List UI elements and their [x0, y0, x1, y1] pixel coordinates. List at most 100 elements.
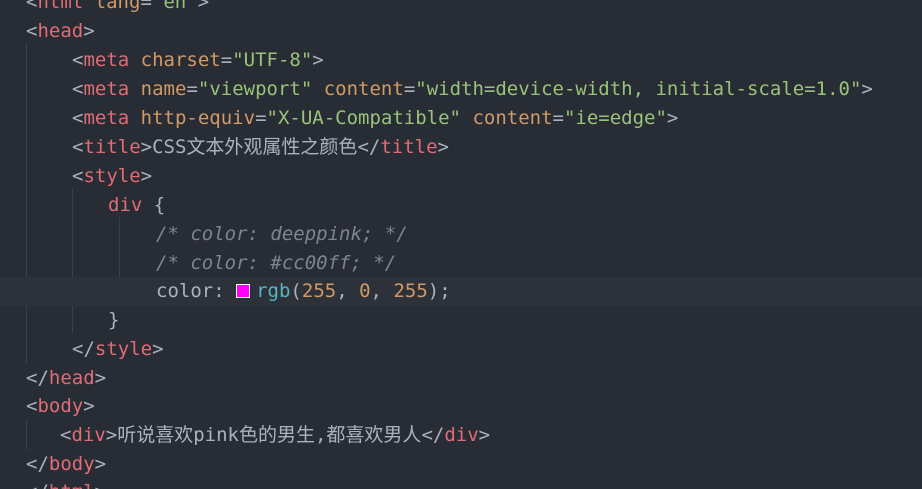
indent-guide [26, 420, 27, 450]
tag-bracket: > [83, 20, 95, 42]
attribute-name: http-equiv [140, 107, 256, 129]
attribute-value: "ie=edge" [563, 107, 667, 129]
tag-bracket: < [72, 136, 84, 158]
css-function: rgb [256, 280, 291, 302]
tag-name: html [49, 481, 95, 489]
tag-bracket: < [26, 395, 38, 417]
tag-bracket: < [72, 78, 84, 100]
code-line[interactable]: </head> [26, 364, 922, 393]
tag-name: head [48, 367, 95, 389]
tag-name: body [37, 395, 84, 417]
paren: ( [290, 280, 302, 302]
tag-bracket: </ [72, 338, 95, 360]
attribute-value: "width=device-width, initial-scale=1.0" [415, 78, 862, 100]
tag-bracket: > [152, 338, 164, 360]
tag-name: style [94, 338, 153, 360]
code-line[interactable]: /* color: deeppink; */ [156, 220, 922, 249]
tag-bracket: > [83, 395, 95, 417]
number-value: 255 [393, 280, 428, 302]
brace: } [108, 309, 120, 331]
tag-bracket: > [94, 367, 107, 389]
equals-sign: = [255, 107, 267, 129]
attribute-name: name [140, 78, 187, 100]
tag-name: title [380, 136, 438, 158]
code-line[interactable]: <body> [26, 392, 922, 421]
code-line[interactable]: <title>CSS文本外观属性之颜色</title> [72, 133, 922, 162]
code-line[interactable]: <meta charset="UTF-8"> [72, 46, 922, 75]
number-value: 0 [359, 280, 371, 302]
brace: { [142, 194, 166, 216]
code-line[interactable]: <div>听说喜欢pink色的男生,都喜欢男人</div> [60, 421, 922, 450]
equals-sign: = [220, 49, 233, 71]
code-line[interactable]: <meta http-equiv="X-UA-Compatible" conte… [72, 104, 922, 133]
indent-guide [26, 43, 27, 363]
css-comment: /* color: deeppink; */ [156, 223, 408, 245]
number-value: 255 [301, 280, 337, 302]
tag-name: html [37, 0, 84, 13]
tag-name: title [83, 136, 141, 158]
color-swatch-icon[interactable] [236, 284, 251, 298]
tag-bracket: </ [26, 481, 49, 489]
tag-name: meta [83, 78, 130, 100]
equals-sign: = [186, 78, 198, 100]
tag-name: meta [83, 107, 130, 129]
code-line[interactable]: </html> [26, 478, 922, 489]
code-line[interactable]: /* color: #cc00ff; */ [156, 249, 922, 278]
tag-bracket: < [60, 424, 72, 446]
css-selector: div [108, 194, 143, 216]
attribute-name: lang [94, 0, 141, 13]
tag-bracket: < [26, 20, 38, 42]
code-line[interactable]: <html lang="en"> [26, 0, 922, 17]
attribute-value: "viewport" [197, 78, 313, 100]
tag-bracket: > [197, 0, 210, 13]
tag-bracket: > [95, 481, 106, 489]
tag-name: style [83, 165, 141, 187]
tag-bracket: </ [357, 136, 381, 158]
paren: ); [427, 280, 451, 302]
code-line[interactable]: </style> [72, 335, 922, 364]
attribute-name: charset [140, 49, 221, 71]
tag-name: div [444, 424, 479, 446]
tag-bracket: > [666, 107, 679, 129]
code-line[interactable]: </body> [26, 450, 922, 479]
code-line-current[interactable]: color: rgb(255, 0, 255); [0, 277, 922, 306]
title-text: CSS文本外观属性之颜色 [152, 136, 358, 158]
tag-bracket: < [72, 49, 84, 71]
tag-bracket: </ [26, 367, 49, 389]
code-line[interactable]: div { [108, 191, 922, 220]
code-line[interactable]: } [108, 306, 922, 335]
tag-bracket: > [140, 136, 153, 158]
colon: : [213, 280, 237, 302]
tag-bracket: > [478, 424, 491, 446]
css-property: color [156, 280, 214, 302]
div-text: 听说喜欢pink色的男生,都喜欢男人 [117, 424, 422, 446]
code-line[interactable]: <meta name="viewport" content="width=dev… [72, 75, 922, 104]
code-editor[interactable]: <html lang="en"> <head> <meta charset="U… [0, 0, 922, 489]
tag-bracket: < [72, 107, 84, 129]
attribute-name: content [472, 107, 553, 129]
attribute-value: "X-UA-Compatible" [266, 107, 461, 129]
attribute-value: "UTF-8" [232, 49, 313, 71]
tag-name: body [48, 453, 95, 475]
tag-bracket: < [26, 0, 38, 13]
css-comment: /* color: #cc00ff; */ [156, 252, 397, 274]
tag-bracket: > [105, 424, 118, 446]
tag-bracket: </ [26, 453, 49, 475]
tag-bracket: > [140, 165, 153, 187]
tag-bracket: </ [421, 424, 445, 446]
indent-guide [72, 188, 73, 333]
attribute-value: "en" [151, 0, 198, 13]
code-line[interactable]: <style> [72, 162, 922, 191]
comma: , [336, 280, 360, 302]
tag-bracket: > [437, 136, 449, 158]
tag-bracket: > [861, 78, 873, 100]
attribute-name: content [323, 78, 404, 100]
equals-sign: = [140, 0, 152, 13]
tag-name: meta [83, 49, 130, 71]
code-line[interactable]: <head> [26, 17, 922, 46]
tag-name: div [71, 424, 106, 446]
equals-sign: = [552, 107, 564, 129]
tag-bracket: > [94, 453, 107, 475]
tag-bracket: < [72, 165, 84, 187]
comma: , [370, 280, 394, 302]
